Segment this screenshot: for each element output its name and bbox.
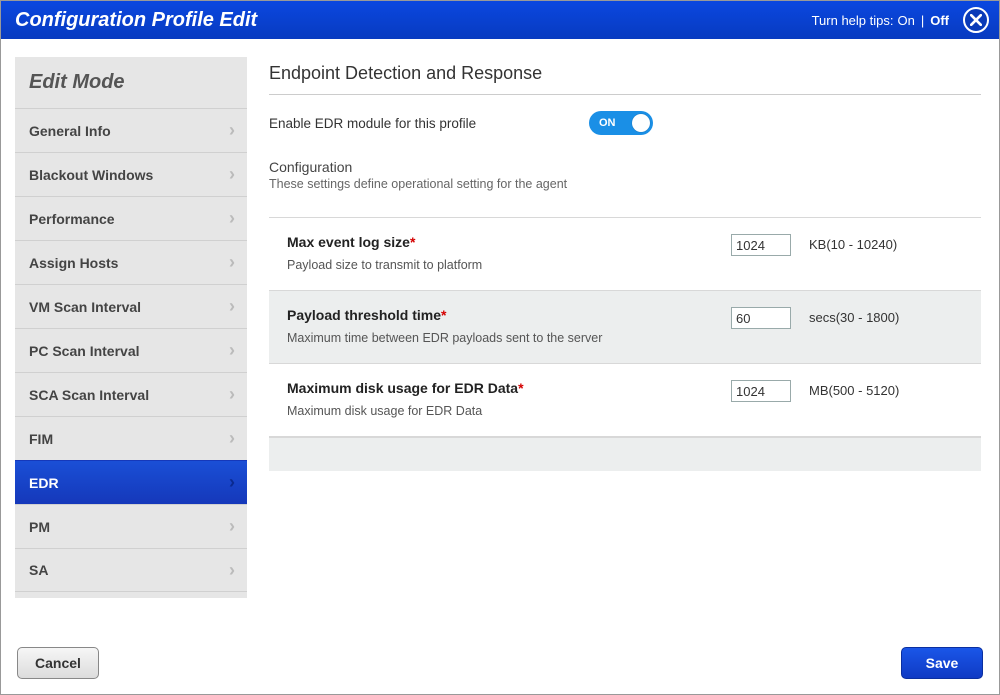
- sidebar-item-pc-scan-interval[interactable]: PC Scan Interval ›: [15, 328, 247, 372]
- help-tips-label: Turn help tips:: [812, 13, 894, 28]
- enable-edr-toggle[interactable]: ON: [589, 111, 653, 135]
- chevron-right-icon: ›: [229, 428, 235, 449]
- titlebar: Configuration Profile Edit Turn help tip…: [1, 1, 999, 39]
- config-row-input[interactable]: [731, 307, 791, 329]
- config-row: Payload threshold time* Maximum time betw…: [269, 290, 981, 363]
- sidebar-item-label: EDR: [29, 475, 59, 491]
- config-table: Max event log size* Payload size to trans…: [269, 217, 981, 437]
- sidebar-item-label: SA: [29, 562, 48, 578]
- config-row-unit: KB(10 - 10240): [799, 234, 959, 252]
- config-row-unit: secs(30 - 1800): [799, 307, 959, 325]
- help-tips-on[interactable]: On: [897, 13, 914, 28]
- sidebar-item-label: Performance: [29, 211, 115, 227]
- chevron-right-icon: ›: [229, 252, 235, 273]
- chevron-right-icon: ›: [229, 560, 235, 581]
- config-row-input[interactable]: [731, 234, 791, 256]
- sidebar-item-sa[interactable]: SA ›: [15, 548, 247, 592]
- close-button[interactable]: [963, 7, 989, 33]
- sidebar-item-label: VM Scan Interval: [29, 299, 141, 315]
- chevron-right-icon: ›: [229, 208, 235, 229]
- sidebar-item-label: Assign Hosts: [29, 255, 118, 271]
- heading-divider: [269, 94, 981, 95]
- sidebar-item-label: FIM: [29, 431, 53, 447]
- chevron-right-icon: ›: [229, 340, 235, 361]
- config-row-desc: Maximum time between EDR payloads sent t…: [287, 331, 731, 345]
- chevron-right-icon: ›: [229, 516, 235, 537]
- required-indicator: *: [441, 307, 446, 323]
- sidebar-item-label: SCA Scan Interval: [29, 387, 149, 403]
- config-row-label: Max event log size*: [287, 234, 731, 250]
- toggle-text: ON: [599, 117, 616, 129]
- config-section-desc: These settings define operational settin…: [269, 177, 981, 191]
- window-title: Configuration Profile Edit: [15, 9, 257, 32]
- help-tips-off[interactable]: Off: [930, 13, 949, 28]
- config-section-title: Configuration: [269, 159, 981, 175]
- toggle-knob: [632, 114, 650, 132]
- close-icon: [970, 14, 982, 26]
- cancel-button[interactable]: Cancel: [17, 647, 99, 679]
- sidebar-item-edr[interactable]: EDR ›: [15, 460, 247, 504]
- config-row-label: Maximum disk usage for EDR Data*: [287, 380, 731, 396]
- sidebar-item-sca-scan-interval[interactable]: SCA Scan Interval ›: [15, 372, 247, 416]
- sidebar-item-fim[interactable]: FIM ›: [15, 416, 247, 460]
- enable-edr-label: Enable EDR module for this profile: [269, 116, 589, 131]
- sidebar-item-label: Blackout Windows: [29, 167, 153, 183]
- config-row-unit: MB(500 - 5120): [799, 380, 959, 398]
- page-heading: Endpoint Detection and Response: [269, 63, 981, 84]
- sidebar-item-label: General Info: [29, 123, 111, 139]
- chevron-right-icon: ›: [229, 296, 235, 317]
- main-panel: Endpoint Detection and Response Enable E…: [269, 57, 985, 632]
- config-row: Max event log size* Payload size to trans…: [269, 217, 981, 290]
- required-indicator: *: [410, 234, 415, 250]
- config-row-label: Payload threshold time*: [287, 307, 731, 323]
- config-profile-window: Configuration Profile Edit Turn help tip…: [0, 0, 1000, 695]
- chevron-right-icon: ›: [229, 384, 235, 405]
- config-row-desc: Maximum disk usage for EDR Data: [287, 404, 731, 418]
- save-button[interactable]: Save: [901, 647, 983, 679]
- sidebar-item-label: PC Scan Interval: [29, 343, 140, 359]
- chevron-right-icon: ›: [229, 472, 235, 493]
- sidebar-item-pm[interactable]: PM ›: [15, 504, 247, 548]
- sidebar-title: Edit Mode: [15, 57, 247, 108]
- config-row-desc: Payload size to transmit to platform: [287, 258, 731, 272]
- sidebar-item-general-info[interactable]: General Info ›: [15, 108, 247, 152]
- config-tail: [269, 437, 981, 471]
- sidebar-item-blackout-windows[interactable]: Blackout Windows ›: [15, 152, 247, 196]
- config-row: Maximum disk usage for EDR Data*Maximum …: [269, 363, 981, 437]
- sidebar-item-label: PM: [29, 519, 50, 535]
- sidebar: Edit Mode General Info › Blackout Windows ›…: [15, 57, 247, 598]
- sidebar-item-performance[interactable]: Performance ›: [15, 196, 247, 240]
- config-row-input[interactable]: [731, 380, 791, 402]
- chevron-right-icon: ›: [229, 164, 235, 185]
- required-indicator: *: [518, 380, 523, 396]
- chevron-right-icon: ›: [229, 120, 235, 141]
- footer: Cancel Save: [1, 632, 999, 694]
- help-tips: Turn help tips: On | Off: [812, 13, 949, 28]
- sidebar-item-vm-scan-interval[interactable]: VM Scan Interval ›: [15, 284, 247, 328]
- sidebar-item-assign-hosts[interactable]: Assign Hosts ›: [15, 240, 247, 284]
